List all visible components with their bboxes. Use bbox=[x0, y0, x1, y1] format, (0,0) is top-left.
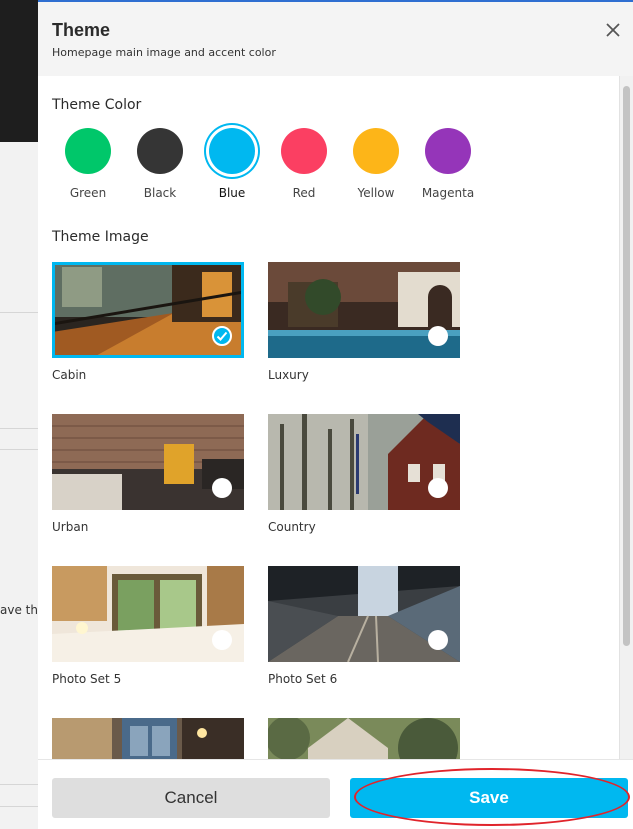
check-icon bbox=[216, 331, 228, 341]
color-option-red[interactable]: Red bbox=[268, 128, 340, 200]
radio-indicator bbox=[428, 326, 448, 346]
radio-indicator bbox=[428, 630, 448, 650]
image-label: Photo Set 5 bbox=[52, 672, 122, 686]
color-label: Yellow bbox=[357, 186, 395, 200]
modal-footer: Cancel Save bbox=[38, 759, 633, 829]
theme-image-photo-set-5[interactable]: Photo Set 5 bbox=[52, 566, 244, 686]
radio-indicator bbox=[428, 478, 448, 498]
image-thumbnail bbox=[52, 262, 244, 358]
image-label: Country bbox=[268, 520, 316, 534]
color-label: Black bbox=[143, 186, 177, 200]
color-swatch bbox=[425, 128, 471, 174]
background-divider bbox=[0, 784, 38, 785]
color-label: Red bbox=[292, 186, 316, 200]
background-text-fragment: ave th bbox=[0, 603, 38, 617]
save-button[interactable]: Save bbox=[350, 778, 628, 818]
theme-image-photo-set-7[interactable] bbox=[52, 718, 244, 759]
close-button[interactable] bbox=[603, 20, 623, 40]
modal-subtitle: Homepage main image and accent color bbox=[52, 46, 276, 59]
background-divider bbox=[0, 449, 38, 450]
image-thumbnail bbox=[268, 414, 460, 510]
image-thumbnail bbox=[268, 262, 460, 358]
color-option-green[interactable]: Green bbox=[52, 128, 124, 200]
modal-title: Theme bbox=[52, 20, 111, 40]
background-divider bbox=[0, 806, 38, 807]
image-thumbnail bbox=[52, 414, 244, 510]
background-header bbox=[0, 0, 38, 142]
color-label: Blue bbox=[218, 186, 246, 200]
theme-color-heading: Theme Color bbox=[52, 97, 142, 113]
image-thumbnail bbox=[268, 566, 460, 662]
close-icon bbox=[606, 23, 620, 37]
color-option-black[interactable]: Black bbox=[124, 128, 196, 200]
modal-header: Theme Homepage main image and accent col… bbox=[38, 2, 633, 76]
theme-image-photo-set-6[interactable]: Photo Set 6 bbox=[268, 566, 460, 686]
color-option-yellow[interactable]: Yellow bbox=[340, 128, 412, 200]
photo-set-7-photo bbox=[52, 718, 244, 759]
theme-image-photo-set-8[interactable] bbox=[268, 718, 460, 759]
modal-scrollbar[interactable] bbox=[619, 76, 633, 759]
image-thumbnail bbox=[268, 718, 460, 759]
theme-color-options: Green Black Blue Red Yellow Magenta bbox=[52, 128, 484, 200]
theme-modal: Theme Homepage main image and accent col… bbox=[38, 2, 633, 829]
modal-body: Theme Color Green Black Blue Red Yellow bbox=[38, 76, 633, 759]
radio-indicator bbox=[212, 478, 232, 498]
theme-image-country[interactable]: Country bbox=[268, 414, 460, 534]
image-label: Cabin bbox=[52, 368, 87, 382]
color-swatch bbox=[353, 128, 399, 174]
radio-indicator bbox=[212, 326, 232, 346]
color-option-blue[interactable]: Blue bbox=[196, 128, 268, 200]
theme-image-urban[interactable]: Urban bbox=[52, 414, 244, 534]
image-label: Urban bbox=[52, 520, 89, 534]
photo-set-8-photo bbox=[268, 718, 460, 759]
color-label: Magenta bbox=[421, 186, 475, 200]
color-swatch bbox=[209, 128, 255, 174]
background-divider bbox=[0, 428, 38, 429]
image-thumbnail bbox=[52, 566, 244, 662]
radio-indicator bbox=[212, 630, 232, 650]
image-label: Photo Set 6 bbox=[268, 672, 338, 686]
theme-image-heading: Theme Image bbox=[52, 229, 149, 245]
color-label: Green bbox=[69, 186, 107, 200]
scrollbar-thumb[interactable] bbox=[623, 86, 630, 646]
color-swatch bbox=[137, 128, 183, 174]
image-label: Luxury bbox=[268, 368, 309, 382]
color-swatch bbox=[65, 128, 111, 174]
color-option-magenta[interactable]: Magenta bbox=[412, 128, 484, 200]
cancel-button[interactable]: Cancel bbox=[52, 778, 330, 818]
theme-image-luxury[interactable]: Luxury bbox=[268, 262, 460, 382]
background-divider bbox=[0, 312, 38, 313]
color-swatch bbox=[281, 128, 327, 174]
theme-image-cabin[interactable]: Cabin bbox=[52, 262, 244, 382]
background-page: ave th bbox=[0, 0, 38, 829]
image-thumbnail bbox=[52, 718, 244, 759]
